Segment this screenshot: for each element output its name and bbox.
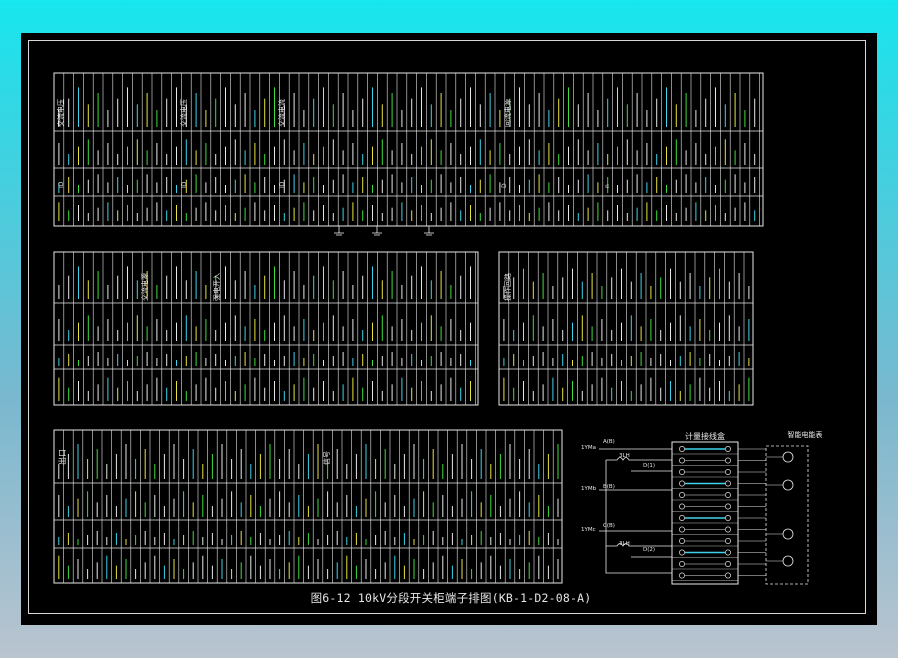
label-1yma: 1YMa — [581, 445, 596, 451]
mid-left-header-1: 交流电源 — [140, 273, 149, 301]
label-ab: A(B) — [603, 439, 615, 445]
wire-labels: 1YMa 1YMb 1YMc A(B) B(B) C(B) D(1) D(2) … — [581, 439, 655, 553]
top-col-label-1: ID — [58, 181, 65, 188]
label-1ymc: 1YMc — [581, 527, 596, 533]
bottom-terminal-table: 出口 信号 — [53, 429, 563, 584]
top-col-label-4: D — [501, 183, 508, 188]
drawing-caption: 图6-12 10kV分段开关柜端子排图(KB-1-D2-08-A) — [310, 591, 592, 605]
label-1ymb: 1YMb — [581, 486, 597, 492]
top-col-label-5: n — [604, 184, 611, 188]
label-d2: D(2) — [643, 547, 655, 553]
drawing-sheet: 交流电压 交流电压 交流电流 回流电源 ID ID ID D n 交流电源 强电… — [21, 33, 877, 625]
top-col-label-3: ID — [279, 181, 286, 188]
top-terminal-table: 交流电压 交流电压 交流电流 回流电源 ID ID ID D n — [53, 72, 764, 236]
label-bb: B(B) — [603, 484, 615, 490]
bottom-header-2: 信号 — [322, 451, 331, 465]
ground-symbols — [334, 226, 434, 236]
meter-box-title: 计量接线盒 — [685, 431, 725, 441]
top-col-label-2: ID — [181, 181, 188, 188]
label-d1: D(1) — [643, 463, 655, 469]
mid-right-terminal-table: 操作回路 — [498, 251, 754, 406]
mid-left-header-2: 强电开入 — [212, 273, 221, 301]
top-header-1: 交流电压 — [56, 99, 65, 127]
terminal-drawing: 交流电压 交流电压 交流电流 回流电源 ID ID ID D n 交流电源 强电… — [53, 72, 823, 585]
bottom-header-1: 出口 — [57, 449, 67, 465]
top-header-3: 交流电流 — [277, 99, 286, 127]
meter-right-title: 智能电能表 — [788, 430, 823, 439]
label-cb: C(B) — [603, 523, 615, 529]
meter-wiring-diagram: 计量接线盒 智能电能表 1YMa 1YMb 1YMc A(B) B(B) C(B… — [581, 430, 823, 585]
top-header-4: 回流电源 — [503, 99, 512, 127]
mid-left-terminal-table: 交流电源 强电开入 — [53, 251, 479, 406]
mid-right-header-1: 操作回路 — [503, 273, 512, 301]
top-header-2: 交流电压 — [179, 99, 188, 127]
